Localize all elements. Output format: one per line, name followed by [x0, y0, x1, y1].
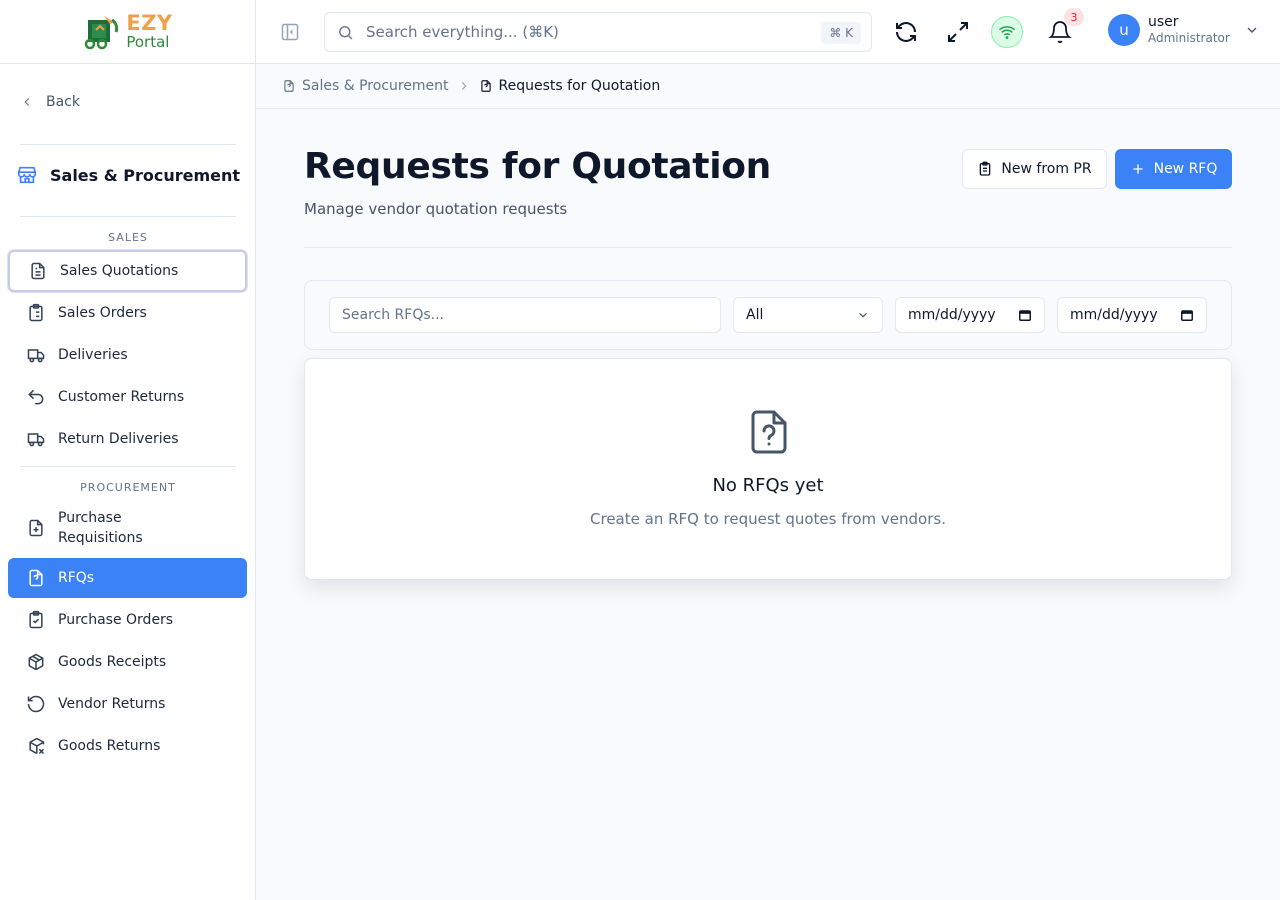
sidebar-item-label: Return Deliveries	[58, 431, 179, 447]
breadcrumb-current-label: Requests for Quotation	[498, 78, 661, 94]
rfq-search-field[interactable]	[329, 297, 721, 333]
wifi-icon	[999, 26, 1015, 39]
file-question-icon	[751, 410, 787, 454]
file-plus-icon	[26, 518, 46, 538]
top-header: ⌘ K 3 u user Administrator	[256, 0, 1280, 64]
date-to-field[interactable]: mm/dd/yyyy	[1057, 297, 1207, 333]
connection-status[interactable]	[991, 16, 1023, 48]
user-role: Administrator	[1148, 31, 1230, 46]
new-rfq-label: New RFQ	[1153, 161, 1218, 177]
truck-icon	[26, 345, 46, 365]
chevron-right-icon	[461, 82, 467, 90]
back-label: Back	[46, 94, 80, 110]
sidebar-item-label: Customer Returns	[58, 389, 185, 405]
sidebar-item-label: Sales Orders	[58, 305, 147, 321]
package-x-icon	[26, 736, 46, 756]
section-label-procurement: PROCUREMENT	[80, 481, 176, 494]
sidebar-item-label: Vendor Returns	[58, 696, 166, 712]
sidebar: EZY Portal Back Sales & Procurement SALE…	[0, 0, 256, 900]
sidebar-item-goods-receipts[interactable]: Goods Receipts	[8, 642, 247, 682]
status-select[interactable]: All	[733, 297, 883, 333]
sidebar-item-deliveries[interactable]: Deliveries	[8, 335, 247, 375]
user-name: user	[1148, 14, 1179, 31]
page-subtitle: Manage vendor quotation requests	[304, 200, 568, 218]
global-search-input[interactable]	[366, 23, 806, 41]
sidebar-toggle-icon[interactable]	[280, 22, 300, 42]
new-from-pr-label: New from PR	[1001, 161, 1092, 177]
sidebar-item-return-deliveries[interactable]: Return Deliveries	[8, 419, 247, 459]
date-to-placeholder: mm/dd/yyyy	[1070, 307, 1158, 323]
file-question-icon	[26, 568, 46, 588]
sidebar-item-label: Sales Quotations	[60, 263, 179, 279]
sidebar-item-label: Purchase Orders	[58, 612, 174, 628]
sidebar-item-vendor-returns[interactable]: Vendor Returns	[8, 684, 247, 724]
section-label-sales: SALES	[108, 231, 148, 244]
global-search[interactable]: ⌘ K	[324, 12, 872, 52]
refresh-icon[interactable]	[894, 20, 918, 44]
sidebar-divider	[20, 144, 236, 145]
plus-icon	[1132, 164, 1143, 174]
breadcrumb-current: Requests for Quotation	[479, 78, 661, 94]
logo[interactable]: EZY Portal	[0, 0, 255, 64]
sidebar-item-customer-returns[interactable]: Customer Returns	[8, 377, 247, 417]
status-select-value: All	[746, 307, 764, 323]
logo-product-text: Portal	[126, 33, 170, 51]
rotate-ccw-icon	[26, 694, 46, 714]
clipboard-list-icon	[26, 303, 46, 323]
file-question-icon	[480, 80, 491, 92]
file-text-icon	[28, 261, 48, 281]
fullscreen-icon[interactable]	[946, 20, 970, 44]
header-divider	[304, 247, 1232, 248]
sidebar-item-rfqs[interactable]: RFQs	[8, 558, 247, 598]
search-shortcut-hint: ⌘ K	[821, 22, 861, 44]
filter-bar: All mm/dd/yyyy mm/dd/yyyy	[304, 280, 1232, 350]
sidebar-item-purchase-requisitions[interactable]: Purchase Requisitions	[8, 504, 247, 552]
logo-brand-text: EZY	[126, 11, 173, 35]
sidebar-item-sales-orders[interactable]: Sales Orders	[8, 293, 247, 333]
sidebar-item-goods-returns[interactable]: Goods Returns	[8, 726, 247, 766]
search-icon	[339, 25, 353, 39]
module-title: Sales & Procurement	[16, 164, 240, 186]
sidebar-divider	[20, 466, 236, 467]
sidebar-item-purchase-orders[interactable]: Purchase Orders	[8, 600, 247, 640]
clipboard-check-icon	[26, 610, 46, 630]
breadcrumb: Sales & Procurement Requests for Quotati…	[256, 64, 1280, 109]
chevron-down-icon	[859, 312, 867, 318]
sidebar-item-label: Deliveries	[58, 347, 128, 363]
breadcrumb-parent-label: Sales & Procurement	[302, 78, 449, 94]
empty-state: No RFQs yet Create an RFQ to request quo…	[304, 358, 1232, 580]
page-title: Requests for Quotation	[304, 146, 772, 187]
rfq-search-input[interactable]	[342, 307, 708, 323]
empty-state-description: Create an RFQ to request quotes from ven…	[590, 510, 946, 528]
chevron-left-icon	[24, 98, 30, 106]
undo-arrow-icon	[26, 387, 46, 407]
date-from-placeholder: mm/dd/yyyy	[908, 307, 996, 323]
file-question-icon	[284, 80, 294, 92]
sidebar-item-label: Purchase Requisitions	[58, 510, 143, 546]
logo-mark-icon	[85, 15, 119, 49]
sidebar-item-sales-quotations[interactable]: Sales Quotations	[8, 250, 247, 292]
notification-count-badge: 3	[1064, 8, 1084, 26]
new-from-pr-button[interactable]: New from PR	[962, 149, 1107, 189]
sidebar-divider	[20, 216, 236, 217]
calendar-icon[interactable]	[1018, 308, 1032, 322]
sidebar-item-label: Goods Receipts	[58, 654, 167, 670]
breadcrumb-parent[interactable]: Sales & Procurement	[282, 78, 449, 94]
truck-icon	[26, 429, 46, 449]
calendar-icon[interactable]	[1180, 308, 1194, 322]
module-title-text: Sales & Procurement	[50, 165, 241, 185]
date-from-field[interactable]: mm/dd/yyyy	[895, 297, 1045, 333]
back-link[interactable]: Back	[20, 90, 80, 114]
avatar: u	[1108, 14, 1140, 46]
sidebar-item-label: RFQs	[58, 570, 95, 586]
user-menu[interactable]: u user Administrator	[1108, 14, 1260, 46]
sidebar-item-label: Goods Returns	[58, 738, 161, 754]
chevron-down-icon	[1247, 27, 1257, 33]
new-rfq-button[interactable]: New RFQ	[1115, 149, 1232, 189]
store-icon	[17, 166, 37, 184]
empty-state-title: No RFQs yet	[712, 475, 824, 496]
clipboard-icon	[980, 161, 991, 176]
package-check-icon	[26, 652, 46, 672]
